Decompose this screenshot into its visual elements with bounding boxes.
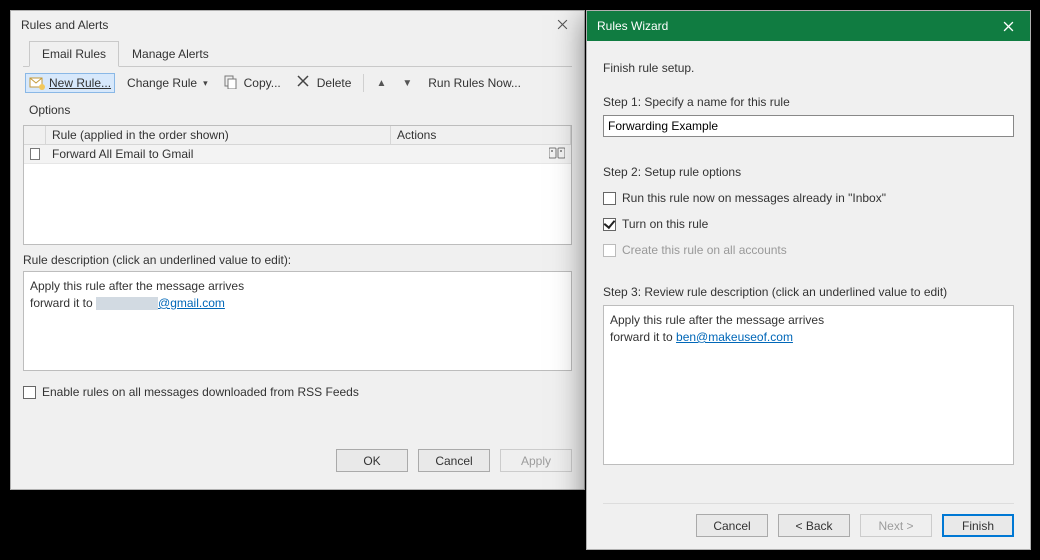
rss-feeds-label: Enable rules on all messages downloaded … xyxy=(42,385,359,399)
close-button[interactable] xyxy=(542,11,582,38)
table-row[interactable]: Forward All Email to Gmail xyxy=(24,145,571,164)
change-rule-label: Change Rule xyxy=(127,76,197,90)
all-accounts-label: Create this rule on all accounts xyxy=(622,243,787,257)
column-header-checkbox[interactable] xyxy=(24,126,46,144)
change-rule-dropdown[interactable]: Change Rule ▾ xyxy=(123,74,212,92)
apply-button[interactable]: Apply xyxy=(500,449,572,472)
copy-button[interactable]: Copy... xyxy=(220,73,285,93)
copy-icon xyxy=(224,75,240,91)
run-now-checkbox-row: Run this rule now on messages already in… xyxy=(603,185,1014,211)
arrow-up-icon: ▲ xyxy=(376,78,386,89)
rule-description-label: Rule description (click an underlined va… xyxy=(23,253,572,267)
run-now-checkbox[interactable] xyxy=(603,192,616,205)
redacted-email xyxy=(96,297,158,310)
finish-message: Finish rule setup. xyxy=(603,61,1014,75)
rss-feeds-checkbox[interactable] xyxy=(23,386,36,399)
column-header-rule[interactable]: Rule (applied in the order shown) xyxy=(46,126,391,144)
new-rule-label: New Rule... xyxy=(49,76,111,90)
rules-and-alerts-dialog: Rules and Alerts Email Rules Manage Aler… xyxy=(10,10,585,490)
move-up-button[interactable]: ▲ xyxy=(372,76,390,91)
rule-name: Forward All Email to Gmail xyxy=(46,146,391,162)
turn-on-checkbox[interactable] xyxy=(603,218,616,231)
description-line: forward it to ben@makeuseof.com xyxy=(610,329,1007,346)
description-line: Apply this rule after the message arrive… xyxy=(30,278,565,295)
forward-prefix: forward it to xyxy=(30,296,96,310)
list-header: Rule (applied in the order shown) Action… xyxy=(24,126,571,145)
rule-name-input[interactable] xyxy=(603,115,1014,137)
rule-description-box: Apply this rule after the message arrive… xyxy=(23,271,572,371)
turn-on-checkbox-row: Turn on this rule xyxy=(603,211,1014,237)
arrow-down-icon: ▼ xyxy=(402,78,412,89)
step1-title: Step 1: Specify a name for this rule xyxy=(603,95,1014,109)
description-line: Apply this rule after the message arrive… xyxy=(610,312,1007,329)
toolbar: New Rule... Change Rule ▾ Copy... Delete xyxy=(23,67,572,125)
rule-description-box: Apply this rule after the message arrive… xyxy=(603,305,1014,465)
step2-title: Step 2: Setup rule options xyxy=(603,165,1014,179)
separator xyxy=(363,74,364,92)
run-rules-now-button[interactable]: Run Rules Now... xyxy=(424,74,525,92)
cancel-button[interactable]: Cancel xyxy=(418,449,490,472)
window-title: Rules and Alerts xyxy=(21,18,542,32)
ok-button[interactable]: OK xyxy=(336,449,408,472)
titlebar: Rules and Alerts xyxy=(11,11,584,38)
window-title: Rules Wizard xyxy=(597,19,988,33)
rules-wizard-dialog: Rules Wizard Finish rule setup. Step 1: … xyxy=(586,10,1031,550)
copy-label: Copy... xyxy=(244,76,281,90)
move-down-button[interactable]: ▼ xyxy=(398,76,416,91)
wizard-button-row: Cancel < Back Next > Finish xyxy=(603,503,1014,537)
close-button[interactable] xyxy=(988,11,1028,41)
all-accounts-checkbox-row: Create this rule on all accounts xyxy=(603,237,1014,263)
rule-actions-icon xyxy=(549,146,565,163)
rule-enable-checkbox[interactable] xyxy=(30,148,40,160)
cancel-button[interactable]: Cancel xyxy=(696,514,768,537)
tabstrip: Email Rules Manage Alerts xyxy=(23,40,572,67)
all-accounts-checkbox xyxy=(603,244,616,257)
next-button: Next > xyxy=(860,514,932,537)
column-header-actions[interactable]: Actions xyxy=(391,126,571,144)
delete-button[interactable]: Delete xyxy=(293,73,356,93)
forward-address-link[interactable]: @gmail.com xyxy=(158,296,225,310)
tab-email-rules[interactable]: Email Rules xyxy=(29,41,119,67)
rss-checkbox-row: Enable rules on all messages downloaded … xyxy=(23,379,572,405)
titlebar: Rules Wizard xyxy=(587,11,1030,41)
run-now-label: Run this rule now on messages already in… xyxy=(622,191,886,205)
description-line: forward it to @gmail.com xyxy=(30,295,565,312)
chevron-down-icon: ▾ xyxy=(203,78,208,89)
delete-icon xyxy=(297,75,313,91)
turn-on-label: Turn on this rule xyxy=(622,217,708,231)
finish-button[interactable]: Finish xyxy=(942,514,1014,537)
back-button[interactable]: < Back xyxy=(778,514,850,537)
new-rule-button[interactable]: New Rule... xyxy=(25,73,115,93)
run-rules-label: Run Rules Now... xyxy=(428,76,521,90)
forward-address-link[interactable]: ben@makeuseof.com xyxy=(676,330,793,344)
tab-manage-alerts[interactable]: Manage Alerts xyxy=(119,41,222,67)
rules-list[interactable]: Rule (applied in the order shown) Action… xyxy=(23,125,572,245)
step3-title: Step 3: Review rule description (click a… xyxy=(603,285,1014,299)
new-rule-icon xyxy=(29,75,45,91)
options-button[interactable]: Options xyxy=(25,101,74,119)
delete-label: Delete xyxy=(317,76,352,90)
forward-prefix: forward it to xyxy=(610,330,676,344)
options-label: Options xyxy=(29,103,70,117)
